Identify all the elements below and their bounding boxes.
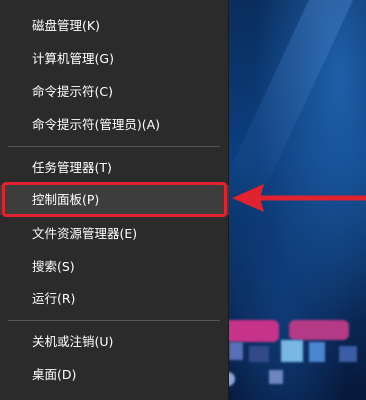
menu-item-run[interactable]: 运行(R) [0,284,229,314]
blur-block [249,346,269,362]
menu-item-command-prompt-admin[interactable]: 命令提示符(管理员)(A) [0,110,229,140]
menu-item-file-explorer[interactable]: 文件资源管理器(E) [0,219,229,249]
blur-block [339,346,357,362]
menu-item-command-prompt[interactable]: 命令提示符(C) [0,77,229,107]
arrow-left-icon [232,184,366,212]
annotation-highlight-box [2,182,227,217]
menu-item-shutdown-signout[interactable]: 关机或注销(U) [0,327,229,357]
blur-block [281,340,303,362]
blur-block [229,320,279,342]
menu-item-disk-management[interactable]: 磁盘管理(K) [0,11,229,41]
menu-item-computer-management[interactable]: 计算机管理(G) [0,44,229,74]
blurred-region [229,320,366,400]
winx-context-menu: 磁盘管理(K) 计算机管理(G) 命令提示符(C) 命令提示符(管理员)(A) … [0,0,229,400]
blur-block [229,342,243,360]
blur-block [229,372,235,386]
menu-item-search[interactable]: 搜索(S) [0,252,229,282]
menu-separator [8,146,220,147]
blur-block [309,342,325,362]
menu-item-task-manager[interactable]: 任务管理器(T) [0,153,229,183]
menu-separator [8,320,220,321]
blur-block [269,370,283,384]
blur-block [289,320,349,340]
menu-item-desktop[interactable]: 桌面(D) [0,360,229,390]
